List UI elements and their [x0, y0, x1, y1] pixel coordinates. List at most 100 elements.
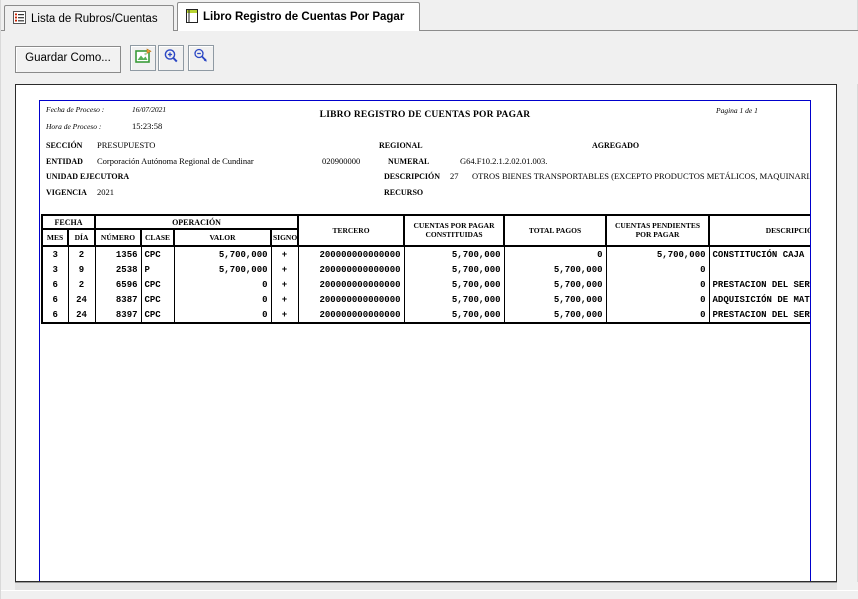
- app-window: Lista de Rubros/Cuentas Libro Registro d…: [0, 0, 858, 599]
- table-cell: 1356: [95, 246, 141, 262]
- table-cell: [709, 262, 810, 277]
- table-cell: +: [271, 292, 298, 307]
- table-cell: 3: [42, 246, 68, 262]
- table-cell: 2538: [95, 262, 141, 277]
- table-cell: 5,700,000: [404, 262, 504, 277]
- table-cell: 200000000000000: [298, 246, 404, 262]
- report-table: FECHA OPERACIÓN TERCERO CUENTAS POR PAGA…: [41, 214, 810, 324]
- table-cell: 200000000000000: [298, 292, 404, 307]
- table-cell: CPC: [141, 246, 174, 262]
- table-cell: 3: [42, 262, 68, 277]
- descripcion-code: 27: [450, 171, 459, 181]
- table-cell: 5,700,000: [404, 292, 504, 307]
- hora-proceso-label: Hora de Proceso :: [46, 122, 101, 131]
- table-cell: 5,700,000: [504, 277, 606, 292]
- col-header-clase: CLASE: [141, 229, 174, 246]
- table-row: 6248387CPC0+2000000000000005,700,0005,70…: [42, 292, 810, 307]
- table-body: 321356CPC5,700,000+2000000000000005,700,…: [42, 246, 810, 323]
- unidad-ejecutora-label: UNIDAD EJECUTORA: [46, 172, 129, 181]
- table-row: 626596CPC0+2000000000000005,700,0005,700…: [42, 277, 810, 292]
- regional-label: REGIONAL: [379, 141, 423, 150]
- table-cell: 200000000000000: [298, 307, 404, 323]
- table-cell: CPC: [141, 292, 174, 307]
- table-cell: 5,700,000: [504, 262, 606, 277]
- table-cell: PRESTACION DEL SERVIC: [709, 307, 810, 323]
- tab-libro-registro-cuentas-por-pagar[interactable]: Libro Registro de Cuentas Por Pagar: [177, 2, 420, 31]
- table-cell: 8397: [95, 307, 141, 323]
- bottom-strip: [1, 582, 858, 599]
- report-preview-panel: Fecha de Proceso : 16/07/2021 LIBRO REGI…: [15, 84, 837, 582]
- table-cell: 24: [68, 292, 95, 307]
- numeral-label: NUMERAL: [388, 157, 429, 166]
- table-cell: 0: [606, 292, 709, 307]
- table-cell: CPC: [141, 277, 174, 292]
- table-cell: 0: [606, 277, 709, 292]
- table-cell: 200000000000000: [298, 262, 404, 277]
- seccion-value: PRESUPUESTO: [97, 140, 155, 150]
- table-cell: 5,700,000: [404, 277, 504, 292]
- descripcion-value: OTROS BIENES TRANSPORTABLES (EXCEPTO PRO…: [472, 171, 811, 181]
- table-cell: 200000000000000: [298, 277, 404, 292]
- table-cell: 5,700,000: [606, 246, 709, 262]
- numeral-value: G64.F10.2.1.2.02.01.003.: [460, 156, 547, 166]
- panel-bottom-shadow: [15, 582, 837, 590]
- table-cell: 6596: [95, 277, 141, 292]
- notebook-icon: [186, 9, 198, 26]
- list-icon: [13, 11, 26, 27]
- zoom-in-button[interactable]: [158, 45, 184, 71]
- table-cell: +: [271, 246, 298, 262]
- col-header-tercero: TERCERO: [298, 215, 404, 246]
- table-cell: ADQUISICIÓN DE MATERI: [709, 292, 810, 307]
- table-cell: 0: [606, 262, 709, 277]
- table-cell: +: [271, 307, 298, 323]
- col-header-signo: SIGNO: [271, 229, 298, 246]
- table-cell: 5,700,000: [404, 246, 504, 262]
- zoom-in-icon: [163, 48, 179, 69]
- table-cell: 6: [42, 277, 68, 292]
- table-row: 6248397CPC0+2000000000000005,700,0005,70…: [42, 307, 810, 323]
- recurso-label: RECURSO: [384, 188, 423, 197]
- col-header-cuentas-por-pagar-constituidas: CUENTAS POR PAGAR CONSTITUIDAS: [404, 215, 504, 246]
- export-image-button[interactable]: [130, 45, 156, 71]
- seccion-label: SECCIÓN: [46, 141, 82, 150]
- toolbar: Guardar Como...: [1, 31, 858, 84]
- table-cell: 8387: [95, 292, 141, 307]
- agregado-label: AGREGADO: [592, 141, 639, 150]
- table-cell: CPC: [141, 307, 174, 323]
- hora-proceso-value: 15:23:58: [132, 121, 162, 131]
- col-header-mes: MES: [42, 229, 68, 246]
- entidad-label: ENTIDAD: [46, 157, 83, 166]
- table-cell: +: [271, 262, 298, 277]
- table-cell: 9: [68, 262, 95, 277]
- zoom-out-icon: [193, 48, 209, 69]
- table-cell: CONSTITUCIÓN CAJA MEN: [709, 246, 810, 262]
- col-group-fecha: FECHA: [42, 215, 95, 229]
- table-cell: 6: [42, 292, 68, 307]
- table-cell: 5,700,000: [404, 307, 504, 323]
- tab-lista-rubros-cuentas[interactable]: Lista de Rubros/Cuentas: [4, 5, 174, 31]
- table-cell: PRESTACION DEL SERVIC: [709, 277, 810, 292]
- table-row: 321356CPC5,700,000+2000000000000005,700,…: [42, 246, 810, 262]
- table-cell: 5,700,000: [504, 292, 606, 307]
- export-image-icon: [135, 48, 152, 69]
- table-cell: 0: [174, 277, 271, 292]
- table-cell: 5,700,000: [174, 246, 271, 262]
- col-header-cuentas-pendientes-por-pagar: CUENTAS PENDIENTES POR PAGAR: [606, 215, 709, 246]
- tab-label: Libro Registro de Cuentas Por Pagar: [203, 11, 404, 23]
- descripcion-label: DESCRIPCIÓN: [384, 172, 440, 181]
- zoom-out-button[interactable]: [188, 45, 214, 71]
- col-header-total-pagos: TOTAL PAGOS: [504, 215, 606, 246]
- col-header-numero: NÚMERO: [95, 229, 141, 246]
- tab-strip: Lista de Rubros/Cuentas Libro Registro d…: [1, 0, 858, 31]
- table-cell: 24: [68, 307, 95, 323]
- table-cell: 0: [504, 246, 606, 262]
- report-title: LIBRO REGISTRO DE CUENTAS POR PAGAR: [40, 110, 810, 120]
- report-page: Fecha de Proceso : 16/07/2021 LIBRO REGI…: [39, 100, 811, 582]
- table-cell: 0: [174, 307, 271, 323]
- tab-label: Lista de Rubros/Cuentas: [31, 13, 158, 25]
- col-header-dia: DÍA: [68, 229, 95, 246]
- table-cell: +: [271, 277, 298, 292]
- entidad-value: Corporación Autónoma Regional de Cundina…: [97, 156, 254, 166]
- save-as-button[interactable]: Guardar Como...: [15, 46, 121, 73]
- col-header-valor: VALOR: [174, 229, 271, 246]
